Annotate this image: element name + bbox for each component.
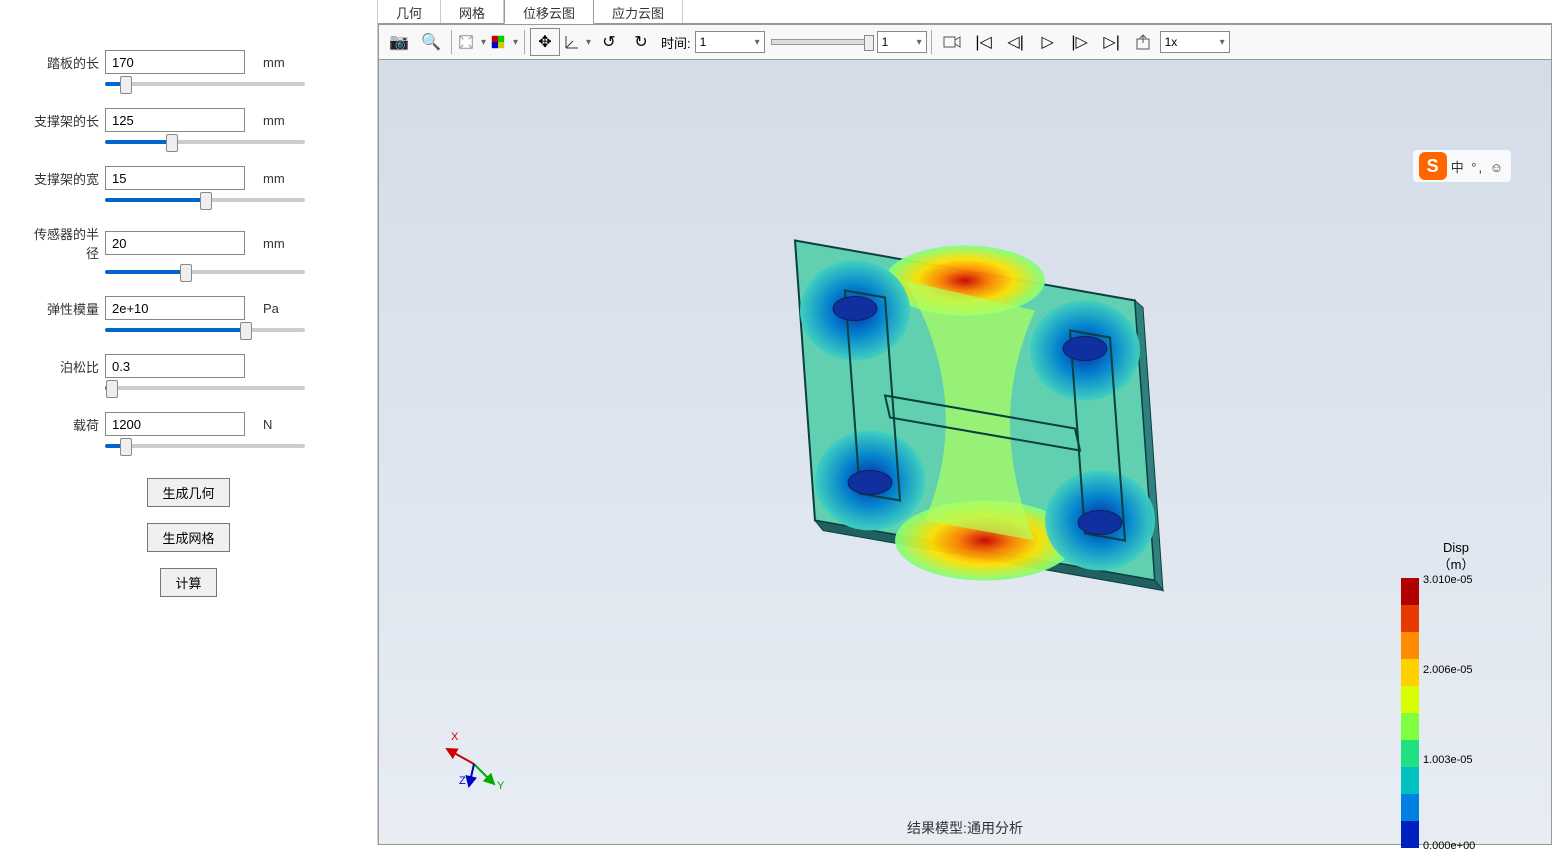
- tab-2[interactable]: 位移云图: [504, 0, 594, 24]
- pan-icon[interactable]: ✥: [530, 28, 560, 56]
- tab-3[interactable]: 应力云图: [594, 0, 683, 23]
- param-unit-6: N: [263, 417, 272, 432]
- play-icon[interactable]: ▷: [1033, 28, 1063, 56]
- legend-segment: [1401, 767, 1419, 794]
- rotate-ccw-icon[interactable]: ↺: [594, 28, 624, 56]
- step-back-icon[interactable]: ◁|: [1001, 28, 1031, 56]
- record-icon[interactable]: [937, 28, 967, 56]
- param-label-4: 弹性模量: [30, 299, 105, 318]
- legend-segment: [1401, 686, 1419, 713]
- axis-icon[interactable]: [562, 28, 592, 56]
- param-label-1: 支撑架的长: [30, 111, 105, 130]
- legend-mid-high: 2.006e-05: [1423, 664, 1473, 676]
- param-unit-2: mm: [263, 171, 285, 186]
- param-label-6: 载荷: [30, 415, 105, 434]
- param-slider-6[interactable]: [105, 444, 305, 448]
- legend-max: 3.010e-05: [1423, 574, 1473, 586]
- skip-back-icon[interactable]: |◁: [969, 28, 999, 56]
- zoom-flash-icon[interactable]: 🔍: [416, 28, 446, 56]
- legend-segment: [1401, 740, 1419, 767]
- param-input-6[interactable]: [105, 412, 245, 436]
- legend-segment: [1401, 659, 1419, 686]
- legend-segment: [1401, 794, 1419, 821]
- toolbar: 📷 🔍 ✥ ↺ ↻ 时间: 1▾ 1▾ |◁ ◁: [378, 24, 1552, 60]
- ime-logo-icon: S: [1419, 152, 1447, 180]
- skip-forward-icon[interactable]: ▷|: [1097, 28, 1127, 56]
- legend-segment: [1401, 821, 1419, 848]
- param-unit-4: Pa: [263, 301, 279, 316]
- color-legend: Disp （m） 3.010e-05 2.006e-05 1.003e-05 0…: [1401, 540, 1511, 848]
- tab-bar: 几何网格位移云图应力云图: [378, 0, 1552, 24]
- legend-segment: [1401, 632, 1419, 659]
- param-slider-4[interactable]: [105, 328, 305, 332]
- param-label-2: 支撑架的宽: [30, 169, 105, 188]
- legend-title: Disp: [1443, 540, 1469, 555]
- param-unit-0: mm: [263, 55, 285, 70]
- tab-1[interactable]: 网格: [441, 0, 504, 23]
- axis-gizmo: X Y Z: [439, 724, 499, 784]
- time-select[interactable]: 1▾: [695, 31, 765, 53]
- param-input-5[interactable]: [105, 354, 245, 378]
- legend-mid-low: 1.003e-05: [1423, 754, 1473, 766]
- legend-min: 0.000e+00: [1423, 840, 1475, 852]
- viewport[interactable]: X Y Z Disp （m） 3.010e-05 2.006e-05 1.003…: [378, 60, 1552, 845]
- legend-segment: [1401, 578, 1419, 605]
- color-cube-dropdown[interactable]: [489, 28, 519, 56]
- param-input-1[interactable]: [105, 108, 245, 132]
- tab-0[interactable]: 几何: [378, 0, 441, 23]
- main-panel: 几何网格位移云图应力云图 📷 🔍 ✥ ↺ ↻ 时间: 1▾ 1▾: [378, 0, 1552, 845]
- step-forward-icon[interactable]: |▷: [1065, 28, 1095, 56]
- legend-unit: （m）: [1438, 557, 1475, 572]
- generate-geometry-button[interactable]: 生成几何: [147, 478, 229, 507]
- time-label: 时间:: [661, 33, 691, 52]
- param-input-0[interactable]: [105, 50, 245, 74]
- fea-model: [755, 220, 1175, 605]
- param-slider-3[interactable]: [105, 270, 305, 274]
- calculate-button[interactable]: 计算: [160, 568, 216, 597]
- param-input-4[interactable]: [105, 296, 245, 320]
- param-unit-1: mm: [263, 113, 285, 128]
- param-slider-2[interactable]: [105, 198, 305, 202]
- param-label-3: 传感器的半径: [30, 224, 105, 262]
- view-cube-dropdown[interactable]: [457, 28, 487, 56]
- generate-mesh-button[interactable]: 生成网格: [147, 523, 229, 552]
- result-model-label: 结果模型:通用分析: [907, 818, 1023, 838]
- param-unit-3: mm: [263, 236, 285, 251]
- param-slider-5[interactable]: [105, 386, 305, 390]
- svg-text:X: X: [451, 731, 459, 743]
- param-input-3[interactable]: [105, 231, 245, 255]
- ime-status-text: 中 °, ☺: [1451, 157, 1505, 176]
- legend-segment: [1401, 605, 1419, 632]
- export-icon[interactable]: [1129, 28, 1159, 56]
- ime-indicator[interactable]: S 中 °, ☺: [1413, 150, 1511, 182]
- time-slider[interactable]: [771, 39, 871, 45]
- param-label-0: 踏板的长: [30, 53, 105, 72]
- param-input-2[interactable]: [105, 166, 245, 190]
- param-slider-0[interactable]: [105, 82, 305, 86]
- rotate-cw-icon[interactable]: ↻: [626, 28, 656, 56]
- param-label-5: 泊松比: [30, 357, 105, 376]
- svg-text:Z: Z: [459, 775, 466, 787]
- parameter-sidebar: 踏板的长 mm 支撑架的长 mm 支撑架的宽 mm 传感器的半径 mm 弹性模量…: [0, 0, 378, 845]
- param-slider-1[interactable]: [105, 140, 305, 144]
- legend-segment: [1401, 713, 1419, 740]
- svg-text:Y: Y: [497, 780, 505, 792]
- screenshot-icon[interactable]: 📷: [384, 28, 414, 56]
- speed-select[interactable]: 1x▾: [1160, 31, 1230, 53]
- frame-select[interactable]: 1▾: [877, 31, 927, 53]
